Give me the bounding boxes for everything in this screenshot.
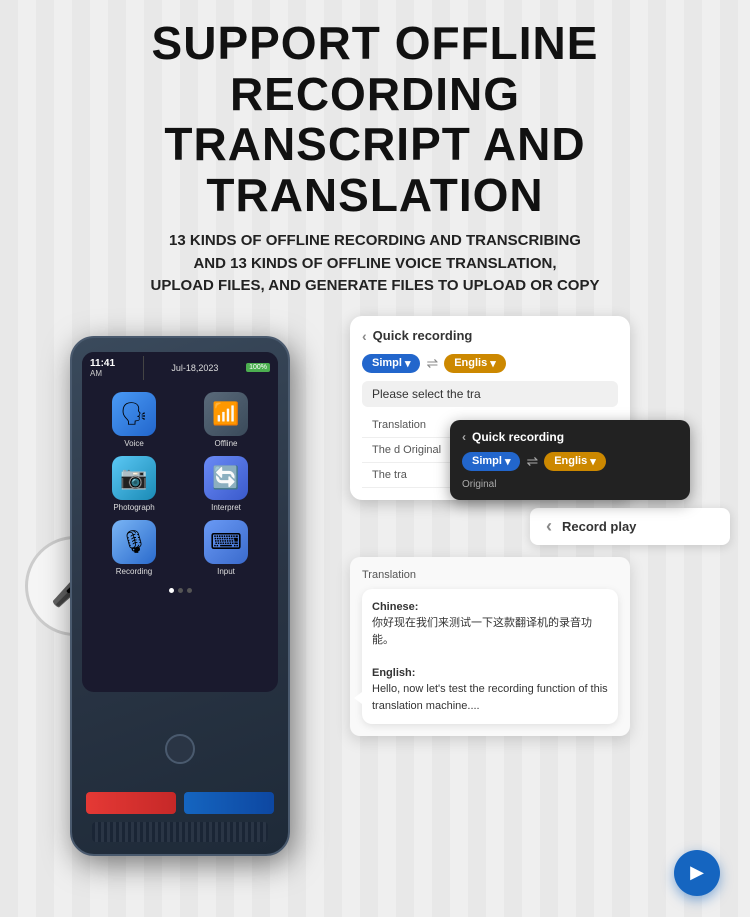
chinese-section: Chinese: 你好现在我们来测试一下这款翻译机的录音功能。 xyxy=(372,599,608,649)
original-label: Original xyxy=(462,479,678,490)
app-offline-icon: 📶 xyxy=(204,392,248,436)
english-text: Hello, now let's test the recording func… xyxy=(372,683,608,712)
screen-date: Jul-18,2023 xyxy=(171,363,218,373)
lang-row-2: Simpl ▾ ⇌ Englis ▾ xyxy=(462,452,678,471)
app-grid: 🗣 Voice 📶 Offline 📷 Phot xyxy=(82,384,278,584)
card1-title: Quick recording xyxy=(373,328,473,343)
lang-dropdown-icon: ▾ xyxy=(405,357,411,370)
english-label: English: xyxy=(372,667,415,679)
lang-arrow: ⇌ xyxy=(426,355,438,372)
screen-pagination xyxy=(82,588,278,593)
card2-header: ‹ Quick recording xyxy=(462,430,678,444)
record-play-card: ‹ Record play xyxy=(530,508,730,545)
app-input-label: Input xyxy=(217,567,235,576)
device-screen: 11:41 AM Jul-18,2023 100% 🗣 Voice xyxy=(82,352,278,692)
card2-back-icon[interactable]: ‹ xyxy=(462,430,466,444)
app-interpret-icon: 🔄 xyxy=(204,456,248,500)
translation-label: Translation xyxy=(362,569,618,581)
app-offline-label: Offline xyxy=(215,439,238,448)
play-icon: ▶ xyxy=(690,862,704,883)
screen-time-area: 11:41 AM xyxy=(90,358,115,378)
subtitle-line2: AND 13 KINDS OF OFFLINE VOICE TRANSLATIO… xyxy=(193,255,556,272)
lang-from-btn-2[interactable]: Simpl ▾ xyxy=(462,452,520,471)
english-section: English: Hello, now let's test the recor… xyxy=(372,665,608,715)
visual-area: 🎤 11:41 AM Jul-18,2023 100% xyxy=(0,316,750,916)
device: 11:41 AM Jul-18,2023 100% 🗣 Voice xyxy=(70,336,290,856)
home-button[interactable] xyxy=(165,734,195,764)
app-voice-icon: 🗣 xyxy=(112,392,156,436)
dot-1 xyxy=(169,588,174,593)
app-voice-label: Voice xyxy=(124,439,144,448)
screen-time: 11:41 xyxy=(90,358,115,369)
select-translation-text: Please select the tra xyxy=(362,381,618,407)
lang-from-text: Simpl xyxy=(372,357,402,369)
blue-button[interactable] xyxy=(184,792,274,814)
record-play-title: Record play xyxy=(562,519,636,534)
battery-indicator: 100% xyxy=(246,363,270,372)
dropdown-icon-2: ▾ xyxy=(505,455,511,468)
app-photo-label: Photograph xyxy=(113,503,154,512)
card2-title: Quick recording xyxy=(472,430,564,444)
translation-result-card: Translation Chinese: 你好现在我们来测试一下这款翻译机的录音… xyxy=(350,557,630,737)
red-button[interactable] xyxy=(86,792,176,814)
chinese-label: Chinese: xyxy=(372,601,418,613)
lang-from-text-2: Simpl xyxy=(472,455,502,467)
app-recording-label: Recording xyxy=(116,567,152,576)
lang-arrow-2: ⇌ xyxy=(526,453,538,470)
app-voice[interactable]: 🗣 Voice xyxy=(92,392,176,448)
title-line1: SUPPORT OFFLINE RECORDING xyxy=(152,17,599,120)
lang-to-btn[interactable]: Englis ▾ xyxy=(444,354,506,373)
title-line2: TRANSCRIPT AND TRANSLATION xyxy=(164,118,585,221)
subtitle-line3: UPLOAD FILES, AND GENERATE FILES TO UPLO… xyxy=(151,277,600,294)
screen-period: AM xyxy=(90,369,115,378)
translation-bubble: Chinese: 你好现在我们来测试一下这款翻译机的录音功能。 English:… xyxy=(362,589,618,725)
main-title: SUPPORT OFFLINE RECORDING TRANSCRIPT AND… xyxy=(20,18,730,220)
app-input-icon: ⌨ xyxy=(204,520,248,564)
card1-header: ‹ Quick recording xyxy=(362,328,618,344)
app-photo-icon: 📷 xyxy=(112,456,156,500)
lang-to-dropdown-icon: ▾ xyxy=(490,357,496,370)
dot-3 xyxy=(187,588,192,593)
play-button[interactable]: ▶ xyxy=(674,850,720,896)
lang-row-1: Simpl ▾ ⇌ Englis ▾ xyxy=(362,354,618,373)
app-offline[interactable]: 📶 Offline xyxy=(184,392,268,448)
subtitle-line1: 13 KINDS OF OFFLINE RECORDING AND TRANSC… xyxy=(169,232,581,249)
lang-to-btn-2[interactable]: Englis ▾ xyxy=(544,452,606,471)
ui-cards-container: ‹ Quick recording Simpl ▾ ⇌ Englis ▾ Ple… xyxy=(350,316,730,737)
app-interpret-label: Interpret xyxy=(211,503,241,512)
app-recording-icon: 🎙 xyxy=(112,520,156,564)
screen-divider xyxy=(143,356,144,380)
quick-recording-popup: ‹ Quick recording Simpl ▾ ⇌ Englis ▾ Ori… xyxy=(450,420,690,500)
subtitle: 13 KINDS OF OFFLINE RECORDING AND TRANSC… xyxy=(20,230,730,298)
dot-2 xyxy=(178,588,183,593)
device-speaker xyxy=(92,822,268,842)
app-interpret[interactable]: 🔄 Interpret xyxy=(184,456,268,512)
lang-to-text: Englis xyxy=(454,357,487,369)
chinese-text: 你好现在我们来测试一下这款翻译机的录音功能。 xyxy=(372,617,592,646)
lang-to-text-2: Englis xyxy=(554,455,587,467)
translation-header-text: Translation xyxy=(362,569,416,581)
screen-status-bar: 11:41 AM Jul-18,2023 100% xyxy=(82,352,278,384)
app-input[interactable]: ⌨ Input xyxy=(184,520,268,576)
app-photograph[interactable]: 📷 Photograph xyxy=(92,456,176,512)
lang-from-btn[interactable]: Simpl ▾ xyxy=(362,354,420,373)
back-icon[interactable]: ‹ xyxy=(362,328,367,344)
record-play-back-icon[interactable]: ‹ xyxy=(546,516,552,537)
app-recording[interactable]: 🎙 Recording xyxy=(92,520,176,576)
bottom-buttons xyxy=(86,792,274,814)
dropdown-icon-to-2: ▾ xyxy=(590,455,596,468)
